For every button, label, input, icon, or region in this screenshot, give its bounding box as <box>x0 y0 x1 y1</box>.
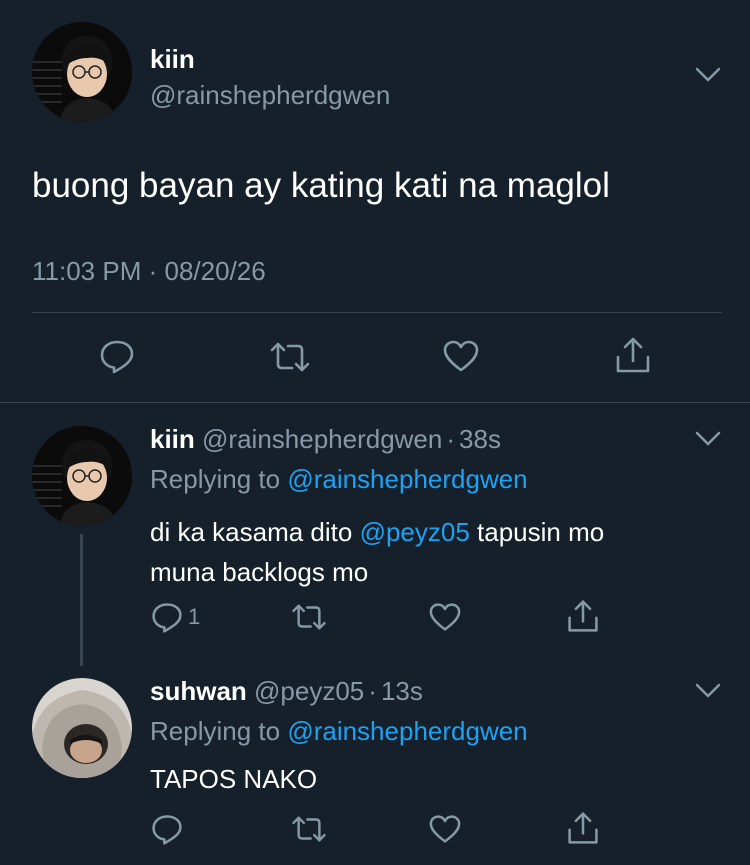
handle[interactable]: @rainshepherdgwen <box>150 80 390 111</box>
display-name[interactable]: kiin <box>150 424 195 454</box>
replying-to-link[interactable]: @rainshepherdgwen <box>287 464 527 494</box>
replying-to-link[interactable]: @rainshepherdgwen <box>287 716 527 746</box>
like-button[interactable] <box>428 602 462 632</box>
tweet-date: 08/20/26 <box>164 256 266 286</box>
like-button[interactable] <box>442 339 480 373</box>
divider <box>32 312 722 313</box>
separator: · <box>148 256 158 286</box>
retweet-icon <box>270 342 310 372</box>
reply-icon <box>152 815 182 845</box>
retweet-icon <box>292 604 326 630</box>
display-name[interactable]: kiin <box>150 44 195 75</box>
mention-link[interactable]: @peyz05 <box>360 517 470 547</box>
reply-icon <box>152 603 182 633</box>
reply-button[interactable] <box>150 812 184 846</box>
reply-text-line: muna backlogs mo <box>150 557 369 587</box>
reply-button[interactable]: 1 <box>150 600 200 634</box>
avatar[interactable] <box>32 22 132 122</box>
retweet-button[interactable] <box>290 814 328 844</box>
dot-separator: · <box>446 424 456 454</box>
section-divider <box>0 402 750 403</box>
avatar[interactable] <box>32 426 132 526</box>
reply-text: di ka kasama dito @peyz05 tapusin mo mun… <box>150 512 604 592</box>
reply-text: TAPOS NAKO <box>150 764 318 794</box>
replying-to-label: Replying to <box>150 716 288 746</box>
share-icon <box>568 812 598 844</box>
reply-count: 1 <box>188 604 201 629</box>
tweet-time: 11:03 PM <box>32 256 142 286</box>
thread-line <box>80 534 83 666</box>
reply-header: kiin @rainshepherdgwen · 38s <box>150 424 501 455</box>
reply-header: suhwan @peyz05 · 13s <box>150 676 423 707</box>
timestamp[interactable]: 13s <box>381 676 423 706</box>
replying-to: Replying to @rainshepherdgwen <box>150 464 528 495</box>
display-name[interactable]: suhwan <box>150 676 247 706</box>
chevron-down-icon[interactable] <box>694 66 722 89</box>
avatar[interactable] <box>32 678 132 778</box>
like-icon <box>429 815 461 843</box>
reply-icon <box>100 340 134 374</box>
reply-text-part: tapusin mo <box>469 517 605 547</box>
share-button[interactable] <box>566 598 600 634</box>
chevron-down-icon[interactable] <box>694 682 722 705</box>
reply-text-part: di ka kasama dito <box>150 517 360 547</box>
like-icon <box>429 603 461 631</box>
like-icon <box>443 340 479 372</box>
replying-to-label: Replying to <box>150 464 288 494</box>
replying-to: Replying to @rainshepherdgwen <box>150 716 528 747</box>
share-icon <box>616 337 650 373</box>
tweet-text: buong bayan ay kating kati na maglol <box>32 166 610 205</box>
like-button[interactable] <box>428 814 462 844</box>
retweet-button[interactable] <box>268 340 312 374</box>
share-icon <box>568 600 598 632</box>
timestamp[interactable]: 38s <box>459 424 501 454</box>
retweet-icon <box>292 816 326 842</box>
chevron-down-icon[interactable] <box>694 430 722 453</box>
handle[interactable]: @peyz05 <box>254 676 364 706</box>
retweet-button[interactable] <box>290 602 328 632</box>
dot-separator: · <box>368 676 377 706</box>
handle[interactable]: @rainshepherdgwen <box>202 424 442 454</box>
share-button[interactable] <box>566 810 600 846</box>
timestamp: 11:03 PM · 08/20/26 <box>32 256 266 287</box>
reply-button[interactable] <box>98 337 136 375</box>
share-button[interactable] <box>614 335 652 375</box>
